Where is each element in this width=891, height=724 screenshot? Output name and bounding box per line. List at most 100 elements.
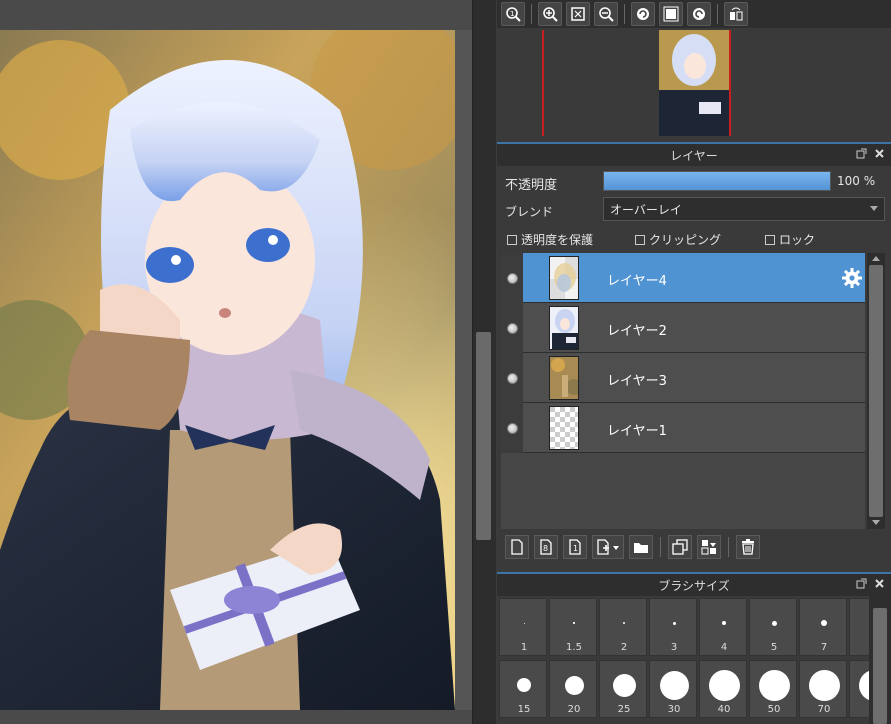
delete-layer-icon[interactable] — [736, 535, 760, 559]
zoom-reset-icon[interactable]: 1 — [501, 2, 525, 26]
scroll-up-icon[interactable] — [872, 256, 880, 261]
toolbar-separator — [531, 4, 532, 24]
brush-size-label: 1.5 — [566, 642, 582, 653]
brush-size-cell[interactable]: 3 — [649, 598, 697, 656]
new-8bit-layer-icon[interactable]: 8 — [534, 535, 558, 559]
toolbar-separator — [624, 4, 625, 24]
fit-canvas-icon[interactable] — [659, 2, 683, 26]
visibility-toggle[interactable] — [501, 403, 523, 453]
brush-size-label: 70 — [817, 704, 831, 715]
layer-list-scrollbar-thumb[interactable] — [869, 265, 883, 517]
merge-down-icon[interactable] — [697, 535, 721, 559]
brush-size-cell[interactable]: 5 — [749, 598, 797, 656]
layer-row[interactable]: レイヤー1 — [501, 403, 865, 453]
new-layer-icon[interactable] — [505, 535, 529, 559]
brush-size-label: 15 — [517, 704, 531, 715]
brush-size-cell[interactable]: 1 — [499, 598, 547, 656]
flip-horizontal-icon[interactable] — [724, 2, 748, 26]
rotate-right-icon[interactable] — [687, 2, 711, 26]
blend-mode-select[interactable]: オーバーレイ — [603, 197, 885, 221]
brush-size-dot — [573, 622, 575, 624]
svg-text:1: 1 — [510, 10, 514, 18]
gear-icon[interactable] — [841, 267, 863, 289]
brush-size-cell[interactable]: 30 — [649, 660, 697, 718]
visibility-toggle[interactable] — [501, 353, 523, 403]
brush-size-cell[interactable]: 70 — [799, 660, 847, 718]
brush-size-dot — [564, 675, 584, 695]
detach-panel-icon[interactable] — [855, 577, 867, 589]
visibility-toggle[interactable] — [501, 253, 523, 303]
layer-panel-header: レイヤー — [497, 142, 891, 166]
lock-label: ロック — [779, 233, 816, 247]
opacity-slider[interactable] — [603, 171, 831, 191]
add-layer-menu-icon[interactable] — [592, 535, 624, 559]
fit-window-icon[interactable] — [566, 2, 590, 26]
zoom-in-icon[interactable] — [538, 2, 562, 26]
protect-alpha-checkbox[interactable]: 透明度を保護 — [507, 231, 593, 248]
svg-text:1: 1 — [573, 544, 578, 553]
new-1bit-layer-icon[interactable]: 1 — [563, 535, 587, 559]
navigator-preview[interactable] — [497, 28, 891, 136]
brush-size-scrollbar-thumb[interactable] — [873, 608, 887, 724]
brush-size-cell[interactable]: 7 — [799, 598, 847, 656]
chevron-down-icon — [870, 206, 878, 211]
toolbar-separator — [660, 537, 661, 557]
artwork-canvas[interactable] — [0, 30, 455, 710]
opacity-value: 100 % — [837, 174, 876, 188]
canvas-margin-bottom — [0, 710, 472, 724]
clipping-label: クリッピング — [649, 233, 722, 247]
lock-checkbox[interactable]: ロック — [765, 231, 815, 248]
brush-size-label: 30 — [667, 704, 681, 715]
opacity-slider-fill — [604, 172, 830, 190]
brush-size-cell[interactable]: 40 — [699, 660, 747, 718]
close-panel-icon[interactable] — [873, 577, 885, 589]
layer-thumbnail — [549, 256, 579, 300]
scroll-down-icon[interactable] — [872, 520, 880, 525]
layer-row[interactable]: レイヤー2 — [501, 303, 865, 353]
brush-size-cell[interactable]: 25 — [599, 660, 647, 718]
blend-mode-value: オーバーレイ — [610, 202, 682, 217]
brush-size-cell[interactable]: 1.5 — [549, 598, 597, 656]
protect-alpha-label: 透明度を保護 — [521, 233, 594, 247]
brush-size-dot — [722, 621, 726, 625]
brush-size-label: 40 — [717, 704, 731, 715]
canvas-margin-top — [0, 0, 472, 30]
brush-size-label: 50 — [767, 704, 781, 715]
brush-size-dot — [708, 669, 740, 701]
brush-size-dot — [517, 678, 531, 692]
brush-size-cell[interactable]: 4 — [699, 598, 747, 656]
opacity-row: 不透明度 100 % — [497, 168, 891, 194]
duplicate-layer-icon[interactable] — [668, 535, 692, 559]
brush-size-cell[interactable]: 20 — [549, 660, 597, 718]
brush-size-dot — [771, 620, 777, 626]
navigator-frame-right — [729, 30, 731, 136]
navigator-frame-left — [542, 30, 544, 136]
artwork-illustration — [0, 30, 455, 710]
brush-size-dot — [623, 622, 625, 624]
layer-row[interactable]: レイヤー4 — [501, 253, 865, 303]
eye-icon — [506, 372, 518, 384]
brush-size-label: 20 — [567, 704, 581, 715]
canvas-scrollbar-thumb[interactable] — [476, 332, 491, 540]
toolbar-separator — [728, 537, 729, 557]
zoom-out-icon[interactable] — [594, 2, 618, 26]
detach-panel-icon[interactable] — [855, 147, 867, 159]
layer-panel-title: レイヤー — [670, 148, 718, 163]
close-panel-icon[interactable] — [873, 147, 885, 159]
brush-size-cell[interactable]: 50 — [749, 660, 797, 718]
brush-size-label: 3 — [670, 642, 678, 653]
toolbar-separator — [717, 4, 718, 24]
visibility-toggle[interactable] — [501, 303, 523, 353]
layer-name: レイヤー1 — [607, 424, 667, 439]
canvas-area[interactable] — [0, 0, 472, 724]
layer-row[interactable]: レイヤー3 — [501, 353, 865, 403]
brush-size-cell[interactable]: 2 — [599, 598, 647, 656]
brush-size-cell[interactable]: 15 — [499, 660, 547, 718]
checkbox-box — [635, 234, 645, 245]
layer-name: レイヤー4 — [607, 274, 667, 289]
layer-name: レイヤー2 — [607, 324, 667, 339]
brush-size-label: 2 — [620, 642, 628, 653]
folder-icon[interactable] — [629, 535, 653, 559]
rotate-left-icon[interactable] — [631, 2, 655, 26]
clipping-checkbox[interactable]: クリッピング — [635, 231, 721, 248]
